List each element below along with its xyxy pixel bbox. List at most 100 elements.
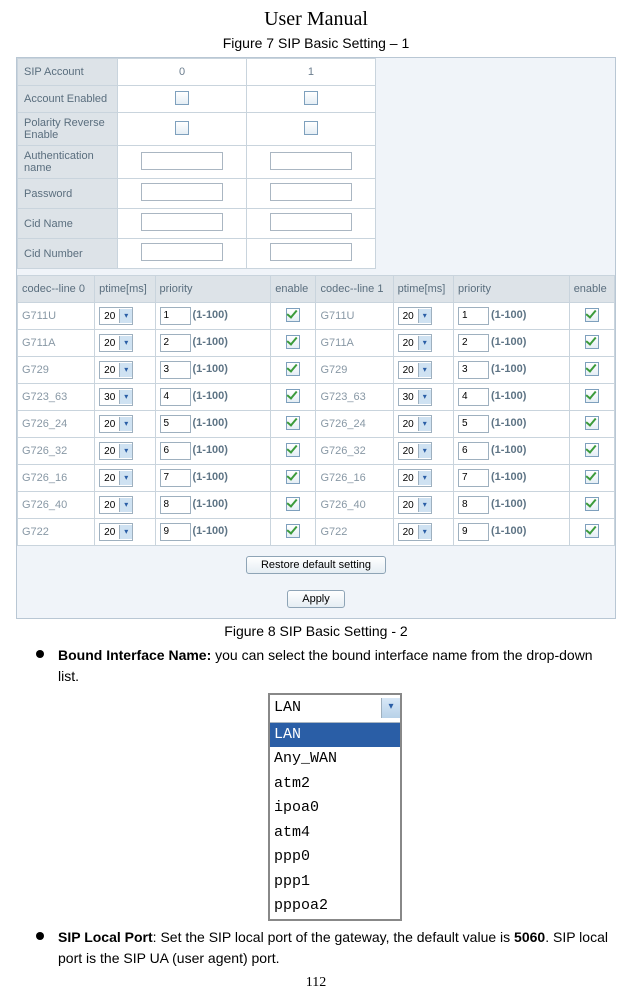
priority-input[interactable]: 3 — [458, 361, 489, 379]
priority-input[interactable]: 2 — [160, 334, 191, 352]
dropdown-selected-text: LAN — [270, 695, 381, 722]
priority-input[interactable]: 4 — [160, 388, 191, 406]
account-enabled-1-checkbox[interactable] — [304, 91, 318, 105]
ptime-select[interactable]: 20▾ — [99, 307, 133, 325]
ptime-select[interactable]: 20▾ — [398, 442, 432, 460]
priority-hint: (1-100) — [193, 417, 228, 429]
cidname-1-input[interactable] — [270, 213, 352, 231]
ptime-select[interactable]: 20▾ — [398, 523, 432, 541]
priority-hint: (1-100) — [193, 309, 228, 321]
codec-name: G722 — [22, 526, 49, 538]
ptime-select[interactable]: 20▾ — [99, 334, 133, 352]
enable-checkbox[interactable] — [286, 416, 300, 430]
ptime-select[interactable]: 20▾ — [99, 496, 133, 514]
polarity-1-checkbox[interactable] — [304, 121, 318, 135]
ptime-select[interactable]: 20▾ — [398, 496, 432, 514]
enable-checkbox[interactable] — [286, 470, 300, 484]
enable-checkbox[interactable] — [286, 362, 300, 376]
enable-checkbox[interactable] — [585, 470, 599, 484]
ptime-select[interactable]: 20▾ — [99, 523, 133, 541]
ptime-select[interactable]: 30▾ — [398, 388, 432, 406]
priority-input[interactable]: 9 — [458, 523, 489, 541]
password-0-input[interactable] — [141, 183, 223, 201]
priority-input[interactable]: 1 — [160, 307, 191, 325]
cidname-0-input[interactable] — [141, 213, 223, 231]
dropdown-option[interactable]: atm2 — [270, 772, 400, 797]
enable-checkbox[interactable] — [585, 335, 599, 349]
enable-checkbox[interactable] — [585, 416, 599, 430]
enable-checkbox[interactable] — [286, 524, 300, 538]
bound-interface-dropdown[interactable]: LAN ▾ LANAny_WANatm2ipoa0atm4ppp0ppp1ppp… — [268, 693, 402, 921]
dropdown-option[interactable]: LAN — [270, 723, 400, 748]
enable-checkbox[interactable] — [585, 389, 599, 403]
codec-row: G726_2420▾5(1-100)G726_2420▾5(1-100) — [18, 411, 615, 438]
ptime-select[interactable]: 20▾ — [398, 307, 432, 325]
codec-table: codec--line 0 ptime[ms] priority enable … — [17, 275, 615, 546]
priority-input[interactable]: 8 — [458, 496, 489, 514]
priority-input[interactable]: 2 — [458, 334, 489, 352]
priority-input[interactable]: 6 — [160, 442, 191, 460]
ptime-select[interactable]: 20▾ — [99, 442, 133, 460]
col-codec-line0: codec--line 0 — [18, 276, 95, 303]
page-number: 112 — [10, 975, 622, 991]
apply-button[interactable]: Apply — [287, 590, 345, 608]
chevron-down-icon: ▾ — [418, 525, 431, 539]
ptime-select[interactable]: 20▾ — [99, 469, 133, 487]
enable-checkbox[interactable] — [286, 443, 300, 457]
col-priority-0: priority — [155, 276, 271, 303]
row-sip-account-label: SIP Account — [18, 59, 118, 86]
priority-input[interactable]: 5 — [160, 415, 191, 433]
polarity-0-checkbox[interactable] — [175, 121, 189, 135]
enable-checkbox[interactable] — [286, 335, 300, 349]
dropdown-option[interactable]: ipoa0 — [270, 796, 400, 821]
enable-checkbox[interactable] — [286, 308, 300, 322]
dropdown-option[interactable]: atm4 — [270, 821, 400, 846]
row-cidname-label: Cid Name — [18, 209, 118, 239]
dropdown-option[interactable]: ppp1 — [270, 870, 400, 895]
account-enabled-0-checkbox[interactable] — [175, 91, 189, 105]
sip-settings-screenshot: SIP Account 0 1 Account Enabled Polarity… — [16, 57, 616, 619]
dropdown-option[interactable]: ppp0 — [270, 845, 400, 870]
priority-input[interactable]: 7 — [458, 469, 489, 487]
enable-checkbox[interactable] — [585, 362, 599, 376]
priority-input[interactable]: 4 — [458, 388, 489, 406]
enable-checkbox[interactable] — [286, 389, 300, 403]
restore-default-button[interactable]: Restore default setting — [246, 556, 386, 574]
enable-checkbox[interactable] — [585, 497, 599, 511]
ptime-select[interactable]: 20▾ — [398, 334, 432, 352]
codec-name: G726_24 — [22, 418, 67, 430]
chevron-down-icon: ▾ — [418, 390, 431, 404]
chevron-down-icon: ▾ — [418, 444, 431, 458]
dropdown-option[interactable]: pppoa2 — [270, 894, 400, 919]
col-ptime-1: ptime[ms] — [393, 276, 453, 303]
priority-input[interactable]: 3 — [160, 361, 191, 379]
chevron-down-icon[interactable]: ▾ — [381, 698, 400, 718]
chevron-down-icon: ▾ — [418, 498, 431, 512]
priority-input[interactable]: 1 — [458, 307, 489, 325]
ptime-select[interactable]: 20▾ — [398, 415, 432, 433]
priority-input[interactable]: 6 — [458, 442, 489, 460]
ptime-select[interactable]: 30▾ — [99, 388, 133, 406]
chevron-down-icon: ▾ — [119, 498, 132, 512]
ptime-select[interactable]: 20▾ — [99, 415, 133, 433]
row-account-enabled-label: Account Enabled — [18, 86, 118, 113]
enable-checkbox[interactable] — [585, 308, 599, 322]
enable-checkbox[interactable] — [585, 524, 599, 538]
password-1-input[interactable] — [270, 183, 352, 201]
chevron-down-icon: ▾ — [119, 471, 132, 485]
authname-0-input[interactable] — [141, 152, 223, 170]
priority-input[interactable]: 5 — [458, 415, 489, 433]
dropdown-option[interactable]: Any_WAN — [270, 747, 400, 772]
enable-checkbox[interactable] — [286, 497, 300, 511]
priority-input[interactable]: 8 — [160, 496, 191, 514]
ptime-select[interactable]: 20▾ — [398, 361, 432, 379]
priority-input[interactable]: 7 — [160, 469, 191, 487]
priority-input[interactable]: 9 — [160, 523, 191, 541]
cidnumber-0-input[interactable] — [141, 243, 223, 261]
authname-1-input[interactable] — [270, 152, 352, 170]
page-title: User Manual — [10, 8, 622, 31]
cidnumber-1-input[interactable] — [270, 243, 352, 261]
enable-checkbox[interactable] — [585, 443, 599, 457]
ptime-select[interactable]: 20▾ — [398, 469, 432, 487]
ptime-select[interactable]: 20▾ — [99, 361, 133, 379]
